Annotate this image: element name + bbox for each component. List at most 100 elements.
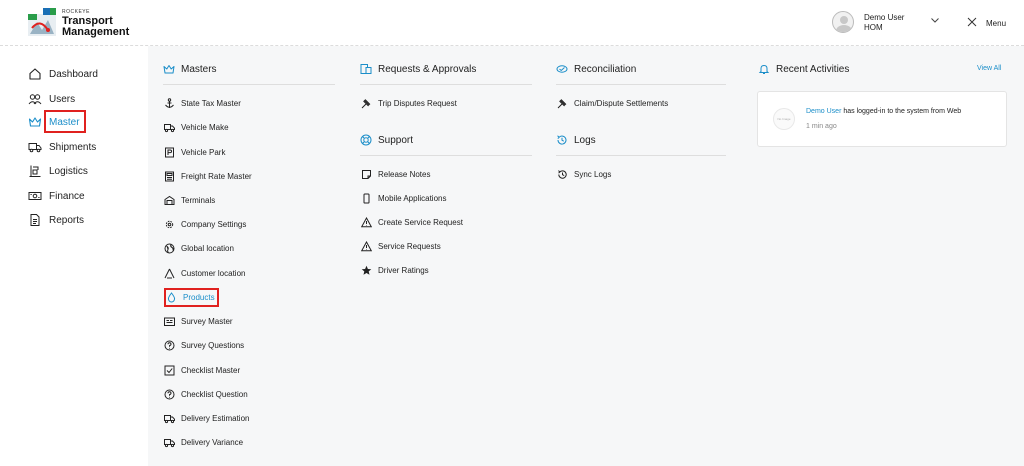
menu-item-terminals[interactable]: Terminals — [164, 194, 215, 206]
sidebar-item-label: Reports — [49, 214, 85, 226]
menu-item-survey-master[interactable]: Survey Master — [164, 315, 233, 327]
chevron-down-icon[interactable] — [930, 15, 940, 25]
calculator-icon — [164, 171, 175, 182]
menu-item-service-requests[interactable]: Service Requests — [361, 240, 441, 252]
triangle-icon — [164, 268, 175, 279]
sidebar-item-reports[interactable]: Reports — [28, 212, 84, 228]
company-logo[interactable] — [28, 8, 56, 38]
masters-divider — [163, 84, 335, 85]
menu-item-label: Service Requests — [378, 241, 441, 251]
user-info[interactable]: Demo User HOM — [864, 13, 904, 33]
truck-icon — [164, 413, 175, 424]
menu-item-global-location[interactable]: Global location — [164, 242, 234, 254]
menu-item-vehicle-park[interactable]: Vehicle Park — [164, 146, 225, 158]
menu-item-label: Release Notes — [378, 169, 431, 179]
approval-icon — [360, 63, 372, 75]
users-icon — [28, 92, 42, 106]
menu-item-sync-logs[interactable]: Sync Logs — [557, 168, 611, 180]
checkbox-icon — [164, 365, 175, 376]
menu-item-release-notes[interactable]: Release Notes — [361, 168, 430, 180]
brand-line2: Management — [62, 26, 130, 38]
menu-item-label: Checklist Master — [181, 365, 241, 375]
note-icon — [361, 169, 372, 180]
home-icon — [28, 67, 42, 81]
parking-icon — [164, 147, 175, 158]
requests-heading: Requests & Approvals — [360, 62, 476, 76]
menu-item-create-service-request[interactable]: Create Service Request — [361, 216, 463, 228]
reconciliation-icon — [556, 63, 568, 75]
activity-avatar-text: No Image — [777, 117, 791, 121]
menu-item-company-settings[interactable]: Company Settings — [164, 218, 246, 230]
logs-heading: Logs — [556, 133, 596, 147]
question-icon — [164, 389, 175, 400]
menu-item-delivery-variance[interactable]: Delivery Variance — [164, 436, 243, 448]
user-avatar[interactable] — [832, 11, 854, 33]
menu-item-label: Vehicle Make — [181, 122, 229, 132]
sidebar — [0, 46, 148, 466]
menu-item-customer-location[interactable]: Customer location — [164, 267, 245, 279]
menu-item-label: Terminals — [181, 195, 216, 205]
support-divider — [360, 155, 532, 156]
history-icon — [557, 169, 568, 180]
support-heading: Support — [360, 133, 413, 147]
question-icon — [164, 340, 175, 351]
sidebar-item-label: Shipments — [49, 141, 97, 153]
reconciliation-heading: Reconciliation — [556, 62, 636, 76]
sidebar-item-logistics[interactable]: Logistics — [28, 163, 88, 179]
menu-item-vehicle-make[interactable]: Vehicle Make — [164, 121, 229, 133]
activity-message: Demo User has logged-in to the system fr… — [806, 108, 961, 115]
menu-item-label: Customer location — [181, 268, 246, 278]
money-icon — [28, 189, 42, 203]
mobile-icon — [361, 193, 372, 204]
menu-item-driver-ratings[interactable]: Driver Ratings — [361, 264, 429, 276]
recent-activities-heading: Recent Activities — [758, 62, 849, 76]
globe-icon — [164, 243, 175, 254]
menu-item-delivery-estimation[interactable]: Delivery Estimation — [164, 412, 249, 424]
view-all-link[interactable]: View All — [977, 65, 1001, 72]
masters-title: Masters — [181, 63, 217, 75]
reconciliation-divider — [556, 84, 726, 85]
menu-item-trip-disputes-request[interactable]: Trip Disputes Request — [361, 97, 457, 109]
sidebar-item-dashboard[interactable]: Dashboard — [28, 66, 98, 82]
menu-item-label: Claim/Dispute Settlements — [574, 98, 669, 108]
logs-divider — [556, 155, 726, 156]
user-org-text: HOM — [864, 23, 883, 32]
menu-item-checklist-master[interactable]: Checklist Master — [164, 364, 240, 376]
menu-item-label: Delivery Estimation — [181, 413, 250, 423]
history-icon — [556, 134, 568, 146]
logs-title: Logs — [574, 134, 596, 146]
terminal-icon — [164, 195, 175, 206]
sidebar-item-finance[interactable]: Finance — [28, 188, 85, 204]
sidebar-item-shipments[interactable]: Shipments — [28, 139, 96, 155]
activity-time: 1 min ago — [806, 123, 837, 130]
warning-icon — [361, 240, 372, 252]
menu-item-checklist-question[interactable]: Checklist Question — [164, 388, 248, 400]
gavel-icon — [557, 98, 568, 109]
sidebar-item-label: Users — [49, 93, 76, 105]
support-title: Support — [378, 134, 414, 146]
menu-item-label: Trip Disputes Request — [378, 98, 457, 108]
survey-icon — [164, 316, 175, 327]
anchor-icon — [164, 97, 175, 109]
menu-item-label: Company Settings — [181, 219, 247, 229]
close-icon[interactable] — [967, 17, 977, 27]
master-highlight-box — [44, 110, 86, 133]
crown-icon — [28, 115, 42, 129]
activity-user-link[interactable]: Demo User — [806, 108, 841, 115]
menu-item-claim-dispute-settlements[interactable]: Claim/Dispute Settlements — [557, 97, 668, 109]
gear-icon — [164, 219, 175, 230]
products-highlight-box — [164, 288, 219, 307]
sidebar-item-users[interactable]: Users — [28, 91, 75, 107]
star-icon — [361, 265, 372, 276]
user-name-text: Demo User — [864, 13, 905, 22]
menu-item-mobile-applications[interactable]: Mobile Applications — [361, 192, 446, 204]
menu-item-survey-questions[interactable]: Survey Questions — [164, 339, 244, 351]
menu-item-label: Vehicle Park — [181, 147, 226, 157]
menu-button[interactable]: Menu — [986, 19, 1006, 28]
sidebar-item-label: Logistics — [49, 165, 88, 177]
menu-item-label: Create Service Request — [378, 217, 463, 227]
truck-icon — [28, 140, 42, 154]
menu-item-freight-rate-master[interactable]: Freight Rate Master — [164, 170, 252, 182]
menu-item-state-tax-master[interactable]: State Tax Master — [164, 97, 241, 109]
gavel-icon — [361, 98, 372, 109]
